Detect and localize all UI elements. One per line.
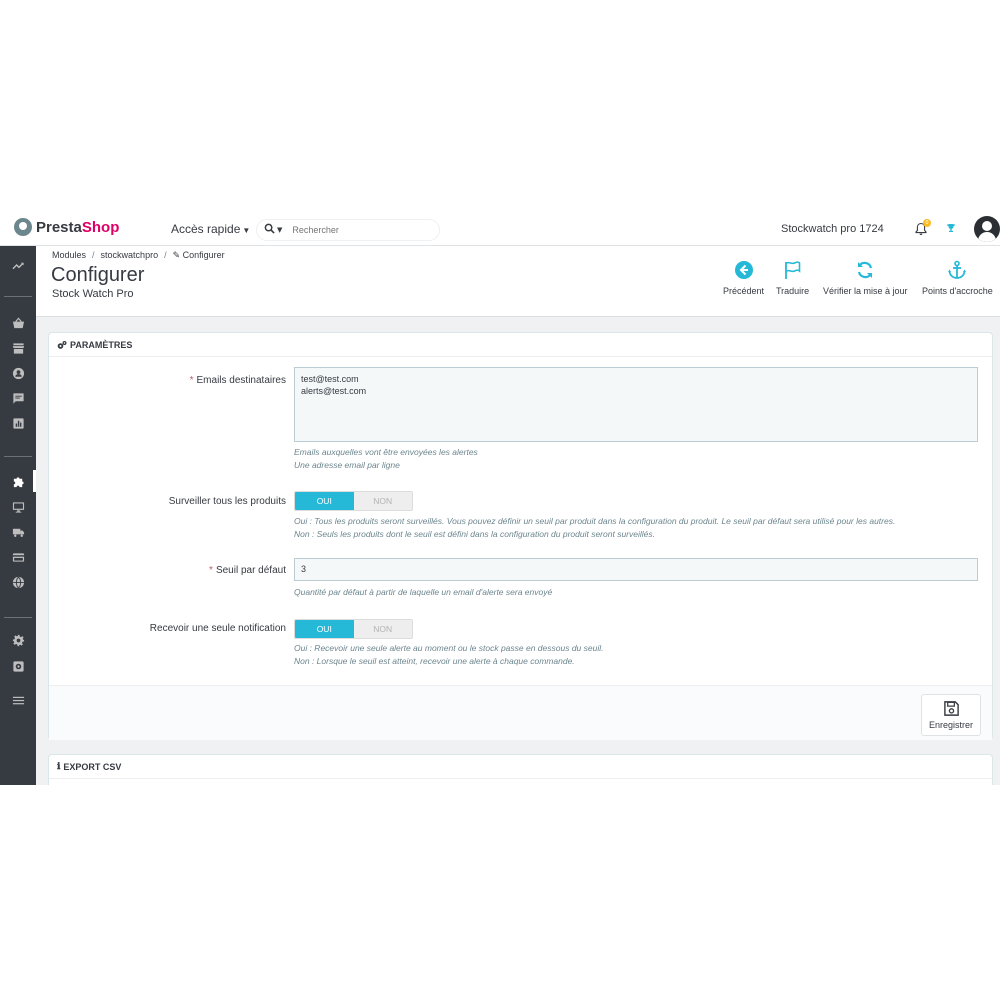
sidebar-separator (4, 456, 32, 457)
app-window: PrestaShop Accès rapide▼ ▼ Stockwatch pr… (0, 210, 1000, 785)
bar-chart-icon (12, 417, 24, 429)
sidebar-item-advanced[interactable] (0, 655, 36, 677)
prestashop-logo[interactable]: PrestaShop (14, 218, 119, 236)
chat-icon (12, 392, 24, 404)
emails-textarea[interactable]: test@test.com alerts@test.com (294, 367, 978, 442)
sidebar-item-stats[interactable] (0, 412, 36, 434)
sidebar-item-modules[interactable] (0, 470, 36, 492)
sidebar-item-payment[interactable] (0, 546, 36, 568)
logo-prefix: Presta (36, 218, 82, 236)
save-label: Enregistrer (928, 720, 973, 730)
sidebar-item-international[interactable] (0, 571, 36, 593)
export-heading-text: EXPORT CSV (63, 761, 122, 772)
prestashop-logo-icon (14, 218, 32, 236)
breadcrumb-configure: Configurer (182, 250, 225, 260)
translate-button[interactable]: Traduire (776, 260, 809, 296)
breadcrumb: Modules / stockwatchpro / ✎ Configurer (52, 250, 225, 260)
globe-icon (12, 576, 24, 588)
watch-all-label: Surveiller tous les produits (168, 496, 286, 507)
threshold-help: Quantité par défaut à partir de laquelle… (294, 587, 553, 597)
export-panel: ℹ EXPORT CSV (48, 754, 993, 785)
emails-help: Emails auxquelles vont être envoyées les… (294, 447, 478, 470)
menu-icon (12, 696, 24, 704)
single-notification-yes[interactable]: OUI (295, 620, 354, 638)
sidebar (0, 246, 36, 785)
anchor-icon (947, 260, 967, 280)
watch-all-yes[interactable]: OUI (295, 492, 354, 510)
single-notification-no[interactable]: NON (353, 620, 412, 638)
gear-icon (12, 634, 24, 646)
hooks-button[interactable]: Points d'accroche (922, 260, 993, 296)
settings-panel-heading: PARAMÈTRES (49, 333, 992, 357)
page-subtitle: Stock Watch Pro (52, 288, 134, 300)
shop-name-link[interactable]: Stockwatch pro 1724 (781, 223, 884, 235)
cogs-icon (57, 340, 67, 349)
credit-card-icon (12, 552, 24, 562)
translate-label: Traduire (776, 286, 810, 296)
top-bar: PrestaShop Accès rapide▼ ▼ Stockwatch pr… (0, 210, 1000, 246)
threshold-input[interactable]: 3 (294, 558, 978, 581)
settings-panel-footer: Enregistrer (49, 685, 992, 740)
trending-up-icon (11, 262, 24, 269)
trophy-icon[interactable] (946, 223, 956, 233)
puzzle-icon (13, 476, 24, 487)
logo-text: PrestaShop (36, 219, 119, 236)
sidebar-item-shipping[interactable] (0, 521, 36, 543)
watch-all-no[interactable]: NON (353, 492, 412, 510)
logo-suffix: Shop (81, 218, 120, 236)
account-circle-icon (12, 367, 24, 379)
sidebar-separator (4, 296, 32, 297)
sidebar-separator (4, 617, 32, 618)
sidebar-item-design[interactable] (0, 496, 36, 518)
arrow-left-circle-icon (734, 260, 754, 280)
export-panel-heading: ℹ EXPORT CSV (49, 755, 992, 779)
save-button[interactable]: Enregistrer (921, 694, 981, 736)
threshold-label: * Seuil par défaut (209, 565, 286, 576)
info-icon: ℹ (57, 761, 61, 771)
notification-badge: 0 (923, 219, 931, 227)
desktop-icon (12, 501, 24, 513)
hooks-label: Points d'accroche (922, 286, 993, 296)
sidebar-item-catalog[interactable] (0, 337, 36, 359)
back-label: Précédent (723, 286, 765, 296)
wrench-icon: ✎ (172, 250, 181, 260)
sidebar-item-customers[interactable] (0, 362, 36, 384)
basket-icon (12, 317, 24, 328)
watch-all-help: Oui : Tous les produits seront surveillé… (294, 516, 896, 539)
single-notification-label: Recevoir une seule notification (149, 623, 286, 634)
caret-down-icon: ▼ (242, 226, 251, 235)
watch-all-switch[interactable]: OUI NON (294, 491, 413, 511)
save-icon (943, 701, 959, 716)
breadcrumb-modules[interactable]: Modules (52, 250, 86, 260)
settings-applications-icon (12, 660, 24, 672)
emails-label: * Emails destinataires (189, 375, 286, 386)
flag-icon (783, 260, 803, 280)
breadcrumb-stockwatchpro[interactable]: stockwatchpro (101, 250, 159, 260)
back-button[interactable]: Précédent (723, 260, 764, 296)
check-update-label: Vérifier la mise à jour (823, 286, 908, 296)
store-icon (12, 342, 24, 354)
page-header: Modules / stockwatchpro / ✎ Configurer Confi… (36, 246, 1000, 317)
sidebar-collapse-toggle[interactable] (0, 689, 36, 711)
search-bar: ▼ (256, 219, 440, 241)
sidebar-item-messages[interactable] (0, 387, 36, 409)
page-title: Configurer (51, 264, 145, 286)
refresh-icon (855, 260, 875, 280)
user-avatar[interactable] (974, 216, 1000, 242)
single-notification-help: Oui : Recevoir une seule alerte au momen… (294, 643, 604, 666)
quick-access-label: Accès rapide (171, 222, 241, 236)
quick-access-dropdown[interactable]: Accès rapide ▼ (171, 222, 250, 236)
check-update-button[interactable]: Vérifier la mise à jour (823, 260, 908, 296)
sidebar-item-orders[interactable] (0, 312, 36, 334)
settings-heading-text: PARAMÈTRES (70, 339, 133, 350)
sidebar-item-dashboard[interactable] (0, 254, 36, 276)
caret-down-icon[interactable]: ▼ (277, 226, 282, 234)
sidebar-item-settings[interactable] (0, 629, 36, 651)
truck-icon (12, 528, 24, 537)
settings-panel: PARAMÈTRES * Emails destinataires test@te… (48, 332, 993, 740)
search-icon[interactable] (264, 223, 275, 237)
search-input[interactable] (292, 225, 423, 235)
single-notification-switch[interactable]: OUI NON (294, 619, 413, 639)
